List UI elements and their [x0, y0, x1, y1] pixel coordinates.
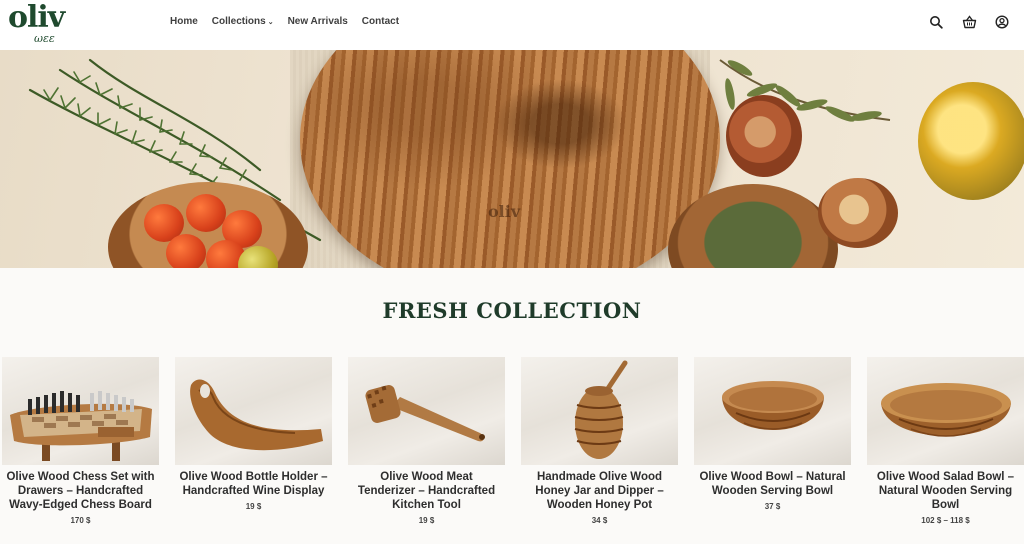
cutting-board-image — [300, 50, 720, 268]
nav-new-arrivals[interactable]: New Arrivals — [288, 16, 348, 27]
logo-flourish: ωεε — [34, 32, 55, 45]
product-image[interactable] — [694, 357, 851, 465]
product-name[interactable]: Olive Wood Bottle Holder – Handcrafted W… — [175, 470, 332, 498]
product-card-salad-bowl[interactable]: Olive Wood Salad Bowl – Natural Wooden S… — [867, 357, 1024, 525]
nav-collections-label: Collections — [211, 16, 266, 27]
search-icon[interactable] — [928, 14, 944, 30]
product-image[interactable] — [521, 357, 678, 465]
nav-new-arrivals-label: New Arrivals — [287, 16, 348, 27]
olive-oil-image — [918, 82, 1024, 200]
product-card-wooden-bowl[interactable]: Olive Wood Bowl – Natural Wooden Serving… — [694, 357, 851, 511]
section-title: FRESH COLLECTION — [382, 298, 642, 323]
product-price: 102 $ – 118 $ — [921, 516, 970, 525]
product-card-chess-set[interactable]: Olive Wood Chess Set with Drawers – Hand… — [2, 357, 159, 525]
product-price: 34 $ — [591, 516, 608, 525]
product-price: 170 $ — [70, 516, 91, 525]
main-nav: Home Collections ⌄ New Arrivals Contact — [170, 16, 413, 27]
product-image[interactable] — [2, 357, 159, 465]
product-card-honey-jar[interactable]: Handmade Olive Wood Honey Jar and Dipper… — [521, 357, 678, 525]
product-card-bottle-holder[interactable]: Olive Wood Bottle Holder – Handcrafted W… — [175, 357, 332, 511]
board-logo: oliv — [488, 202, 521, 221]
brand-logo[interactable]: oliv ωεε — [8, 0, 72, 46]
chevron-down-icon: ⌄ — [267, 18, 274, 26]
product-name[interactable]: Handmade Olive Wood Honey Jar and Dipper… — [521, 470, 678, 512]
product-price: 37 $ — [764, 502, 781, 511]
logo-text: oliv — [8, 0, 65, 35]
site-header: oliv ωεε Home Collections ⌄ New Arrivals… — [0, 0, 1024, 50]
nav-contact-label: Contact — [361, 16, 400, 27]
basket-icon[interactable] — [961, 14, 977, 30]
product-image[interactable] — [175, 357, 332, 465]
nav-home-label: Home — [170, 16, 198, 27]
product-price: 19 $ — [418, 516, 435, 525]
ceramic-jar-image — [726, 95, 802, 177]
nav-collections[interactable]: Collections ⌄ — [212, 16, 274, 27]
product-grid: Olive Wood Chess Set with Drawers – Hand… — [0, 357, 1024, 544]
product-name[interactable]: Olive Wood Meat Tenderizer – Handcrafted… — [348, 470, 505, 512]
ceramic-jug-image — [818, 178, 898, 248]
product-image[interactable] — [348, 357, 505, 465]
nav-contact[interactable]: Contact — [362, 16, 399, 27]
product-price: 19 $ — [245, 502, 262, 511]
hero-banner[interactable]: oliv — [0, 50, 1024, 268]
product-name[interactable]: Olive Wood Salad Bowl – Natural Wooden S… — [867, 470, 1024, 512]
account-icon[interactable] — [994, 14, 1010, 30]
product-card-meat-tenderizer[interactable]: Olive Wood Meat Tenderizer – Handcrafted… — [348, 357, 505, 525]
nav-home[interactable]: Home — [170, 16, 198, 27]
header-actions — [928, 14, 1010, 30]
product-name[interactable]: Olive Wood Bowl – Natural Wooden Serving… — [694, 470, 851, 498]
product-image[interactable] — [867, 357, 1024, 465]
product-name[interactable]: Olive Wood Chess Set with Drawers – Hand… — [2, 470, 159, 512]
